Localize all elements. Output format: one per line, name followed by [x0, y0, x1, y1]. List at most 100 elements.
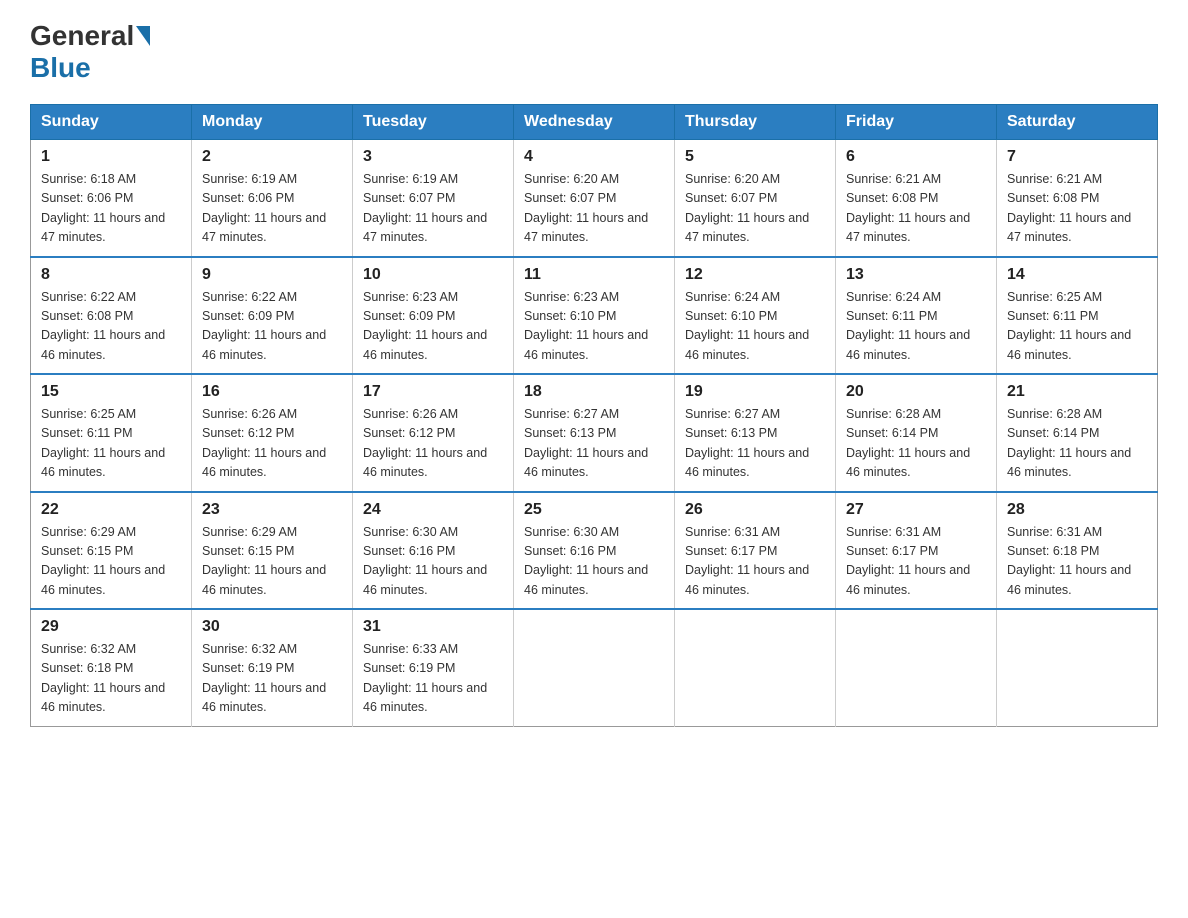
day-number: 1 — [41, 148, 181, 166]
day-number: 21 — [1007, 383, 1147, 401]
calendar-cell: 23 Sunrise: 6:29 AMSunset: 6:15 PMDaylig… — [192, 492, 353, 610]
day-number: 14 — [1007, 266, 1147, 284]
day-info: Sunrise: 6:28 AMSunset: 6:14 PMDaylight:… — [846, 407, 970, 479]
calendar-cell: 10 Sunrise: 6:23 AMSunset: 6:09 PMDaylig… — [353, 257, 514, 375]
calendar-header-saturday: Saturday — [997, 105, 1158, 140]
day-number: 16 — [202, 383, 342, 401]
day-info: Sunrise: 6:20 AMSunset: 6:07 PMDaylight:… — [685, 172, 809, 244]
calendar-cell: 11 Sunrise: 6:23 AMSunset: 6:10 PMDaylig… — [514, 257, 675, 375]
calendar-header-thursday: Thursday — [675, 105, 836, 140]
day-number: 11 — [524, 266, 664, 284]
calendar-header-sunday: Sunday — [31, 105, 192, 140]
calendar-week-row: 22 Sunrise: 6:29 AMSunset: 6:15 PMDaylig… — [31, 492, 1158, 610]
day-info: Sunrise: 6:31 AMSunset: 6:18 PMDaylight:… — [1007, 525, 1131, 597]
calendar-header-tuesday: Tuesday — [353, 105, 514, 140]
day-number: 2 — [202, 148, 342, 166]
day-info: Sunrise: 6:31 AMSunset: 6:17 PMDaylight:… — [846, 525, 970, 597]
calendar-cell: 19 Sunrise: 6:27 AMSunset: 6:13 PMDaylig… — [675, 374, 836, 492]
calendar-cell: 29 Sunrise: 6:32 AMSunset: 6:18 PMDaylig… — [31, 609, 192, 726]
logo-blue-text: Blue — [30, 52, 91, 83]
calendar-cell: 28 Sunrise: 6:31 AMSunset: 6:18 PMDaylig… — [997, 492, 1158, 610]
day-number: 22 — [41, 501, 181, 519]
day-info: Sunrise: 6:32 AMSunset: 6:19 PMDaylight:… — [202, 642, 326, 714]
day-info: Sunrise: 6:21 AMSunset: 6:08 PMDaylight:… — [846, 172, 970, 244]
day-number: 6 — [846, 148, 986, 166]
calendar-cell: 20 Sunrise: 6:28 AMSunset: 6:14 PMDaylig… — [836, 374, 997, 492]
day-number: 30 — [202, 618, 342, 636]
day-info: Sunrise: 6:21 AMSunset: 6:08 PMDaylight:… — [1007, 172, 1131, 244]
day-number: 9 — [202, 266, 342, 284]
day-info: Sunrise: 6:26 AMSunset: 6:12 PMDaylight:… — [202, 407, 326, 479]
day-info: Sunrise: 6:25 AMSunset: 6:11 PMDaylight:… — [1007, 290, 1131, 362]
day-number: 20 — [846, 383, 986, 401]
day-info: Sunrise: 6:23 AMSunset: 6:09 PMDaylight:… — [363, 290, 487, 362]
calendar-cell: 31 Sunrise: 6:33 AMSunset: 6:19 PMDaylig… — [353, 609, 514, 726]
calendar-cell: 17 Sunrise: 6:26 AMSunset: 6:12 PMDaylig… — [353, 374, 514, 492]
calendar-week-row: 8 Sunrise: 6:22 AMSunset: 6:08 PMDayligh… — [31, 257, 1158, 375]
calendar-cell: 15 Sunrise: 6:25 AMSunset: 6:11 PMDaylig… — [31, 374, 192, 492]
day-number: 26 — [685, 501, 825, 519]
day-info: Sunrise: 6:25 AMSunset: 6:11 PMDaylight:… — [41, 407, 165, 479]
day-info: Sunrise: 6:24 AMSunset: 6:11 PMDaylight:… — [846, 290, 970, 362]
day-number: 5 — [685, 148, 825, 166]
day-number: 8 — [41, 266, 181, 284]
day-info: Sunrise: 6:29 AMSunset: 6:15 PMDaylight:… — [202, 525, 326, 597]
calendar-cell: 26 Sunrise: 6:31 AMSunset: 6:17 PMDaylig… — [675, 492, 836, 610]
day-number: 12 — [685, 266, 825, 284]
day-number: 17 — [363, 383, 503, 401]
day-number: 19 — [685, 383, 825, 401]
day-number: 29 — [41, 618, 181, 636]
day-number: 10 — [363, 266, 503, 284]
logo-general-text: General — [30, 20, 134, 52]
day-number: 4 — [524, 148, 664, 166]
day-info: Sunrise: 6:23 AMSunset: 6:10 PMDaylight:… — [524, 290, 648, 362]
day-info: Sunrise: 6:33 AMSunset: 6:19 PMDaylight:… — [363, 642, 487, 714]
calendar-cell: 8 Sunrise: 6:22 AMSunset: 6:08 PMDayligh… — [31, 257, 192, 375]
calendar-cell: 2 Sunrise: 6:19 AMSunset: 6:06 PMDayligh… — [192, 140, 353, 257]
day-number: 28 — [1007, 501, 1147, 519]
day-info: Sunrise: 6:24 AMSunset: 6:10 PMDaylight:… — [685, 290, 809, 362]
page-header: General Blue — [30, 20, 1158, 84]
calendar-cell: 16 Sunrise: 6:26 AMSunset: 6:12 PMDaylig… — [192, 374, 353, 492]
calendar-header-row: SundayMondayTuesdayWednesdayThursdayFrid… — [31, 105, 1158, 140]
day-number: 3 — [363, 148, 503, 166]
calendar-cell: 5 Sunrise: 6:20 AMSunset: 6:07 PMDayligh… — [675, 140, 836, 257]
day-info: Sunrise: 6:19 AMSunset: 6:07 PMDaylight:… — [363, 172, 487, 244]
day-info: Sunrise: 6:18 AMSunset: 6:06 PMDaylight:… — [41, 172, 165, 244]
calendar-cell: 12 Sunrise: 6:24 AMSunset: 6:10 PMDaylig… — [675, 257, 836, 375]
day-info: Sunrise: 6:31 AMSunset: 6:17 PMDaylight:… — [685, 525, 809, 597]
day-number: 7 — [1007, 148, 1147, 166]
calendar-cell: 22 Sunrise: 6:29 AMSunset: 6:15 PMDaylig… — [31, 492, 192, 610]
day-info: Sunrise: 6:30 AMSunset: 6:16 PMDaylight:… — [524, 525, 648, 597]
calendar-cell: 1 Sunrise: 6:18 AMSunset: 6:06 PMDayligh… — [31, 140, 192, 257]
day-info: Sunrise: 6:19 AMSunset: 6:06 PMDaylight:… — [202, 172, 326, 244]
calendar-header-friday: Friday — [836, 105, 997, 140]
day-info: Sunrise: 6:22 AMSunset: 6:08 PMDaylight:… — [41, 290, 165, 362]
day-info: Sunrise: 6:28 AMSunset: 6:14 PMDaylight:… — [1007, 407, 1131, 479]
calendar-cell — [836, 609, 997, 726]
day-info: Sunrise: 6:32 AMSunset: 6:18 PMDaylight:… — [41, 642, 165, 714]
calendar-week-row: 1 Sunrise: 6:18 AMSunset: 6:06 PMDayligh… — [31, 140, 1158, 257]
calendar-cell: 24 Sunrise: 6:30 AMSunset: 6:16 PMDaylig… — [353, 492, 514, 610]
day-number: 15 — [41, 383, 181, 401]
calendar-cell — [514, 609, 675, 726]
day-info: Sunrise: 6:26 AMSunset: 6:12 PMDaylight:… — [363, 407, 487, 479]
day-info: Sunrise: 6:30 AMSunset: 6:16 PMDaylight:… — [363, 525, 487, 597]
calendar-cell: 4 Sunrise: 6:20 AMSunset: 6:07 PMDayligh… — [514, 140, 675, 257]
calendar-cell — [997, 609, 1158, 726]
day-info: Sunrise: 6:29 AMSunset: 6:15 PMDaylight:… — [41, 525, 165, 597]
calendar-cell: 3 Sunrise: 6:19 AMSunset: 6:07 PMDayligh… — [353, 140, 514, 257]
calendar-table: SundayMondayTuesdayWednesdayThursdayFrid… — [30, 104, 1158, 727]
calendar-week-row: 15 Sunrise: 6:25 AMSunset: 6:11 PMDaylig… — [31, 374, 1158, 492]
day-info: Sunrise: 6:20 AMSunset: 6:07 PMDaylight:… — [524, 172, 648, 244]
calendar-header-monday: Monday — [192, 105, 353, 140]
calendar-cell: 27 Sunrise: 6:31 AMSunset: 6:17 PMDaylig… — [836, 492, 997, 610]
calendar-cell — [675, 609, 836, 726]
calendar-header-wednesday: Wednesday — [514, 105, 675, 140]
day-number: 18 — [524, 383, 664, 401]
day-info: Sunrise: 6:27 AMSunset: 6:13 PMDaylight:… — [524, 407, 648, 479]
calendar-cell: 14 Sunrise: 6:25 AMSunset: 6:11 PMDaylig… — [997, 257, 1158, 375]
day-number: 31 — [363, 618, 503, 636]
calendar-cell: 7 Sunrise: 6:21 AMSunset: 6:08 PMDayligh… — [997, 140, 1158, 257]
logo-arrow-icon — [136, 26, 150, 46]
